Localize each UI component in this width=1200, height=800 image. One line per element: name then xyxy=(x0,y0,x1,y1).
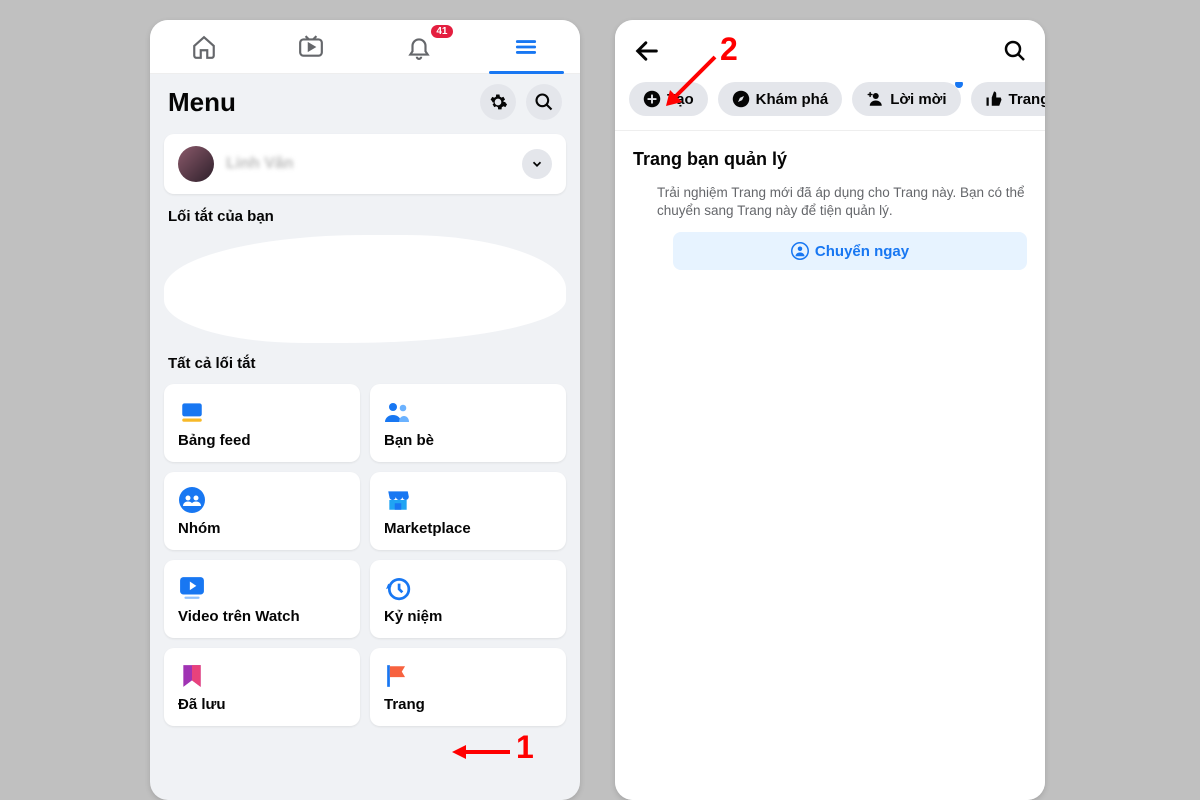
back-button[interactable] xyxy=(633,37,661,65)
chip-discover[interactable]: Khám phá xyxy=(718,82,843,116)
shortcuts-redacted xyxy=(164,235,566,343)
tile-saved[interactable]: Đã lưu xyxy=(164,648,360,726)
thumb-up-icon xyxy=(985,90,1003,108)
cta-label: Chuyển ngay xyxy=(815,243,909,260)
menu-header: Menu xyxy=(150,74,580,128)
plus-circle-icon xyxy=(643,90,661,108)
tile-label: Trang xyxy=(384,696,552,713)
chip-liked-pages[interactable]: Trang đã t xyxy=(971,82,1045,116)
memories-icon xyxy=(384,574,412,602)
tile-groups[interactable]: Nhóm xyxy=(164,472,360,550)
search-button[interactable] xyxy=(1003,39,1027,63)
tile-friends[interactable]: Bạn bè xyxy=(370,384,566,462)
watch-icon xyxy=(178,574,206,602)
friends-icon xyxy=(384,398,412,426)
switch-icon xyxy=(791,242,809,260)
tile-label: Kỷ niệm xyxy=(384,608,552,625)
person-plus-icon xyxy=(866,90,884,108)
profile-expand[interactable] xyxy=(522,149,552,179)
tile-feed[interactable]: Bảng feed xyxy=(164,384,360,462)
main-tabs: 41 xyxy=(150,20,580,74)
switch-now-button[interactable]: Chuyển ngay xyxy=(673,232,1027,270)
tile-marketplace[interactable]: Marketplace xyxy=(370,472,566,550)
notifications-badge: 41 xyxy=(431,25,452,38)
menu-tile-grid: Bảng feed Bạn bè Nhóm Marketplace Video … xyxy=(150,378,580,732)
chevron-down-icon xyxy=(530,157,544,171)
tile-label: Video trên Watch xyxy=(178,608,346,625)
gear-icon xyxy=(488,92,508,112)
search-icon xyxy=(534,92,554,112)
tile-label: Nhóm xyxy=(178,520,346,537)
tile-label: Đã lưu xyxy=(178,696,346,713)
annotation-1: 1 xyxy=(516,729,534,766)
section-heading: Trang bạn quản lý xyxy=(633,149,1027,170)
groups-icon xyxy=(178,486,206,514)
profile-name: Linh Vân xyxy=(226,155,294,173)
annotation-arrow-1 xyxy=(450,741,512,763)
notification-dot xyxy=(955,82,963,88)
tab-menu[interactable] xyxy=(473,20,581,74)
compass-icon xyxy=(732,90,750,108)
tile-label: Bạn bè xyxy=(384,432,552,449)
chip-label: Trang đã t xyxy=(1009,91,1045,108)
search-icon xyxy=(1003,39,1027,63)
info-text: Trải nghiệm Trang mới đã áp dụng cho Tra… xyxy=(657,184,1027,220)
tile-memories[interactable]: Kỷ niệm xyxy=(370,560,566,638)
chip-label: Lời mời xyxy=(890,91,946,108)
avatar xyxy=(178,146,214,182)
tab-watch[interactable] xyxy=(258,20,366,74)
page-title: Menu xyxy=(168,87,236,118)
phone-screen-pages: Tạo Khám phá Lời mời Trang đã t Trang bạ… xyxy=(615,20,1045,800)
tile-pages[interactable]: Trang xyxy=(370,648,566,726)
tile-label: Bảng feed xyxy=(178,432,346,449)
info-row: Trải nghiệm Trang mới đã áp dụng cho Tra… xyxy=(657,184,1027,220)
phone-screen-menu: 41 Menu Linh Vân Lối tắt của bạn Tất cả … xyxy=(150,20,580,800)
tile-label: Marketplace xyxy=(384,520,552,537)
tab-home[interactable] xyxy=(150,20,258,74)
search-button[interactable] xyxy=(526,84,562,120)
tile-watch[interactable]: Video trên Watch xyxy=(164,560,360,638)
profile-card[interactable]: Linh Vân xyxy=(164,134,566,194)
chip-label: Khám phá xyxy=(756,91,829,108)
settings-button[interactable] xyxy=(480,84,516,120)
tab-notifications[interactable]: 41 xyxy=(365,20,473,74)
saved-icon xyxy=(178,662,206,690)
pages-icon xyxy=(384,662,412,690)
annotation-arrow-2 xyxy=(660,52,720,112)
shortcuts-label: Lối tắt của bạn xyxy=(150,206,580,231)
chip-invites[interactable]: Lời mời xyxy=(852,82,960,116)
feed-icon xyxy=(178,398,206,426)
annotation-2: 2 xyxy=(720,31,738,68)
all-shortcuts-label: Tất cả lối tắt xyxy=(150,353,580,378)
page-body: Trang bạn quản lý Trải nghiệm Trang mới … xyxy=(615,131,1045,800)
marketplace-icon xyxy=(384,486,412,514)
arrow-left-icon xyxy=(633,37,661,65)
